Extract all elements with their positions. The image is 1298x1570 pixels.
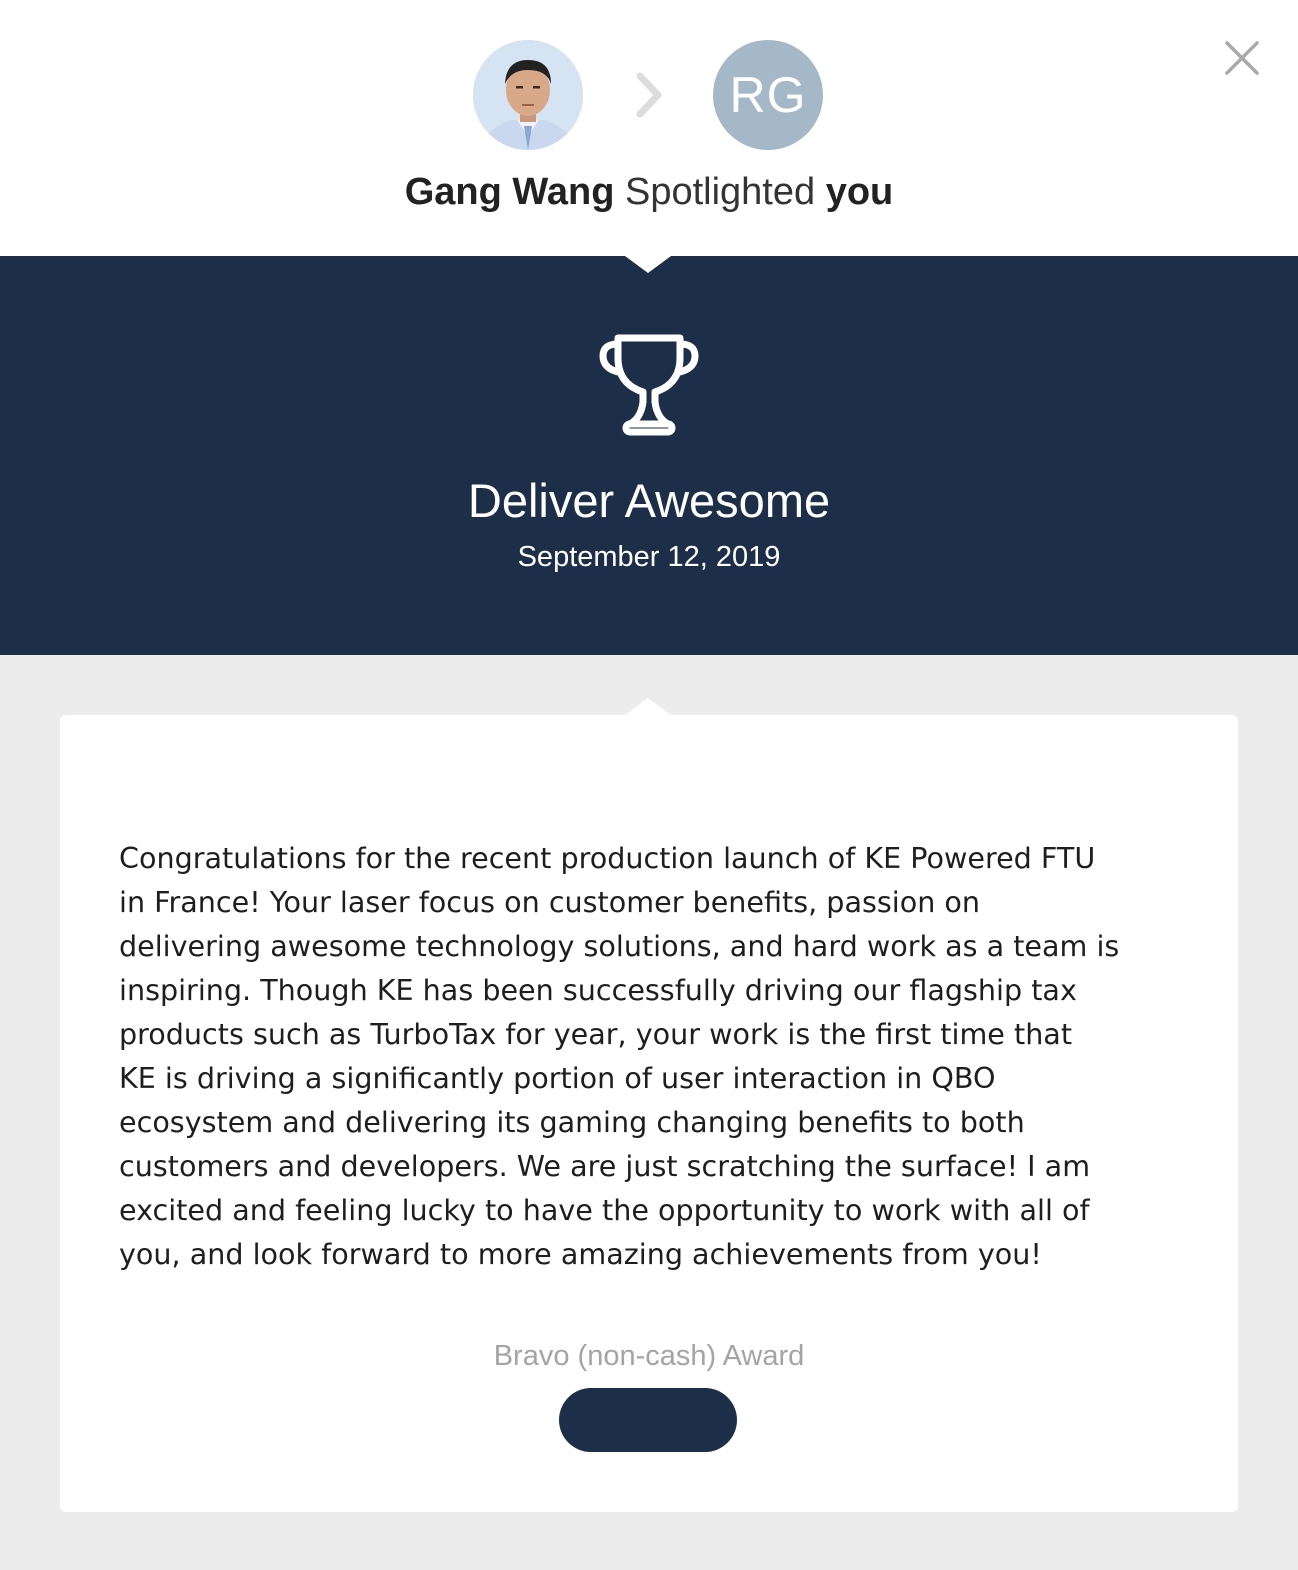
sender-name[interactable]: Gang Wang: [405, 171, 615, 213]
close-icon: [1225, 41, 1259, 75]
spotlight-modal: RG Gang Wang Spotlighted you Deliver Awe…: [0, 0, 1298, 1570]
spotlight-header: RG Gang Wang Spotlighted you: [0, 0, 1298, 256]
recipient-label: you: [825, 171, 894, 213]
spotlight-message: Congratulations for the recent productio…: [119, 841, 1120, 1271]
card-notch: [625, 698, 671, 715]
reward-type-label: Bravo (non-cash) Award: [493, 1340, 805, 1372]
close-button[interactable]: [1222, 38, 1262, 78]
award-band: [0, 256, 1298, 655]
spotlight-headline: Gang Wang Spotlighted you: [0, 168, 1298, 216]
award-date: September 12, 2019: [517, 541, 781, 573]
recipient-avatar[interactable]: RG: [713, 40, 823, 150]
chevron-right-icon: [636, 72, 662, 118]
reward-action-button[interactable]: [559, 1388, 737, 1452]
sender-avatar[interactable]: [473, 40, 583, 150]
sender-photo-icon: [473, 40, 583, 150]
award-title: Deliver Awesome: [467, 474, 831, 527]
trophy-icon: [599, 334, 699, 436]
headline-action: Spotlighted: [624, 171, 816, 213]
band-notch: [625, 256, 671, 273]
